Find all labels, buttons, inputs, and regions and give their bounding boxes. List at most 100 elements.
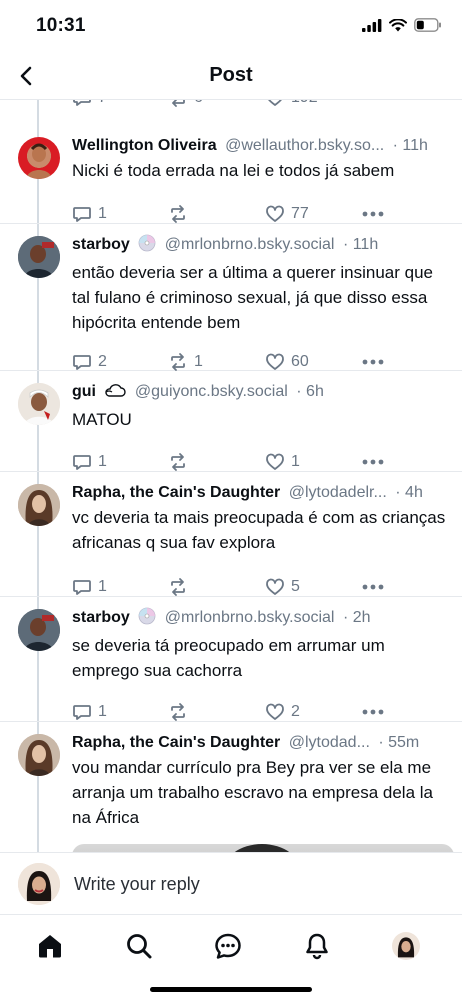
repost-button[interactable]	[168, 577, 194, 597]
thread-feed[interactable]: 7 6 192 Wellington Oliveira @wellauthor.…	[0, 100, 462, 852]
reply-button[interactable]: 1	[72, 702, 107, 722]
reply-button[interactable]: 2	[72, 352, 107, 372]
reply-post[interactable]: starboy @mrlonbrno.bsky.social · 11h ent…	[0, 224, 462, 371]
avatar[interactable]	[18, 734, 60, 776]
author-name[interactable]: starboy	[72, 236, 130, 253]
reply-button[interactable]: 1	[72, 452, 107, 472]
author-name[interactable]: Rapha, the Cain's Daughter	[72, 734, 280, 751]
reply-icon	[73, 705, 91, 720]
like-count: 5	[291, 578, 300, 595]
repost-button[interactable]	[168, 452, 194, 472]
like-button[interactable]: 77	[265, 204, 309, 224]
repost-button[interactable]: 1	[168, 352, 203, 372]
repost-icon	[171, 353, 185, 371]
author-handle[interactable]: @lytodad...	[289, 734, 370, 751]
tab-chat[interactable]	[211, 929, 245, 963]
reply-count: 7	[98, 100, 107, 107]
disc-icon	[138, 607, 156, 632]
author-name[interactable]: Wellington Oliveira	[72, 137, 217, 154]
repost-icon	[171, 703, 185, 721]
author-handle[interactable]: @guiyonc.bsky.social	[135, 383, 288, 400]
avatar[interactable]	[18, 484, 60, 526]
search-icon	[127, 934, 152, 959]
author-handle[interactable]: @mrlonbrno.bsky.social	[165, 609, 335, 626]
post-time: · 11h	[392, 137, 428, 154]
repost-icon	[171, 453, 185, 471]
reply-icon	[73, 580, 91, 595]
tab-search[interactable]	[122, 929, 156, 963]
author-name[interactable]: Rapha, the Cain's Daughter	[72, 484, 280, 501]
author-handle[interactable]: @lytodadelr...	[289, 484, 387, 501]
like-count: 1	[291, 453, 300, 470]
cloud-icon	[104, 383, 127, 406]
reply-button[interactable]: 1	[72, 577, 107, 597]
reply-count: 1	[98, 205, 107, 222]
post-text: vc deveria ta mais preocupada é com as c…	[72, 508, 446, 552]
author-handle[interactable]: @mrlonbrno.bsky.social	[165, 236, 335, 253]
like-count: 60	[291, 353, 309, 370]
avatar[interactable]	[18, 609, 60, 651]
more-button[interactable]	[362, 211, 384, 217]
reply-icon	[73, 100, 91, 106]
post-time: · 55m	[378, 734, 420, 751]
reply-count: 1	[98, 703, 107, 720]
reply-count: 2	[98, 353, 107, 370]
reply-post[interactable]: Wellington Oliveira @wellauthor.bsky.so.…	[0, 125, 462, 224]
reply-count: 1	[98, 453, 107, 470]
repost-button[interactable]	[168, 702, 194, 722]
reply-button[interactable]: 7	[72, 100, 107, 108]
post-text: se deveria tá preocupado em arrumar um e…	[72, 636, 385, 680]
reply-composer[interactable]: Write your reply	[0, 852, 462, 914]
reply-post[interactable]: gui @guiyonc.bsky.social · 6h MATOU 1 1	[0, 371, 462, 472]
avatar[interactable]	[18, 383, 60, 425]
like-count: 2	[291, 703, 300, 720]
more-button[interactable]	[362, 584, 384, 590]
post-image[interactable]	[72, 844, 454, 852]
reply-icon	[73, 207, 91, 222]
reply-input[interactable]: Write your reply	[74, 874, 200, 895]
post-text: MATOU	[72, 410, 132, 429]
like-button[interactable]: 5	[265, 577, 300, 597]
post-time: · 11h	[342, 236, 379, 253]
more-button[interactable]	[362, 459, 384, 465]
author-name[interactable]: gui	[72, 383, 96, 400]
more-icon	[362, 359, 384, 365]
heart-icon	[266, 578, 284, 595]
more-button[interactable]	[362, 359, 384, 365]
reply-post[interactable]: Rapha, the Cain's Daughter @lytodadelr..…	[0, 472, 462, 597]
battery-icon	[414, 18, 441, 32]
more-icon	[362, 459, 384, 465]
disc-icon	[138, 234, 156, 259]
avatar[interactable]	[18, 236, 60, 278]
reply-button[interactable]: 1	[72, 204, 107, 224]
tab-notifications[interactable]	[300, 929, 334, 963]
post-text: então deveria ser a última a querer insi…	[72, 263, 433, 332]
status-icons	[362, 18, 442, 32]
tab-profile[interactable]	[389, 929, 423, 963]
like-count: 192	[291, 100, 318, 107]
author-handle[interactable]: @wellauthor.bsky.so...	[225, 137, 384, 154]
repost-icon	[171, 205, 185, 223]
repost-button[interactable]: 6	[168, 100, 203, 108]
previous-post-actions: 7 6 192	[72, 100, 462, 108]
profile-avatar	[392, 932, 420, 960]
repost-button[interactable]	[168, 204, 194, 224]
tab-home[interactable]	[33, 929, 67, 963]
repost-count: 6	[194, 100, 203, 107]
more-button[interactable]	[362, 709, 384, 715]
reply-post[interactable]: starboy @mrlonbrno.bsky.social · 2h se d…	[0, 597, 462, 722]
reply-post[interactable]: Rapha, the Cain's Daughter @lytodad... ·…	[0, 722, 462, 852]
avatar[interactable]	[18, 137, 60, 179]
reply-icon	[73, 355, 91, 370]
home-indicator	[150, 987, 312, 992]
bottom-tab-bar	[0, 914, 462, 1000]
signal-icon	[362, 18, 382, 32]
like-button[interactable]: 1	[265, 452, 300, 472]
like-button[interactable]: 192	[265, 100, 318, 108]
repost-icon	[171, 578, 185, 596]
like-button[interactable]: 2	[265, 702, 300, 722]
like-button[interactable]: 60	[265, 352, 309, 372]
page-title: Post	[209, 64, 253, 86]
author-name[interactable]: starboy	[72, 609, 130, 626]
heart-icon	[266, 205, 284, 222]
